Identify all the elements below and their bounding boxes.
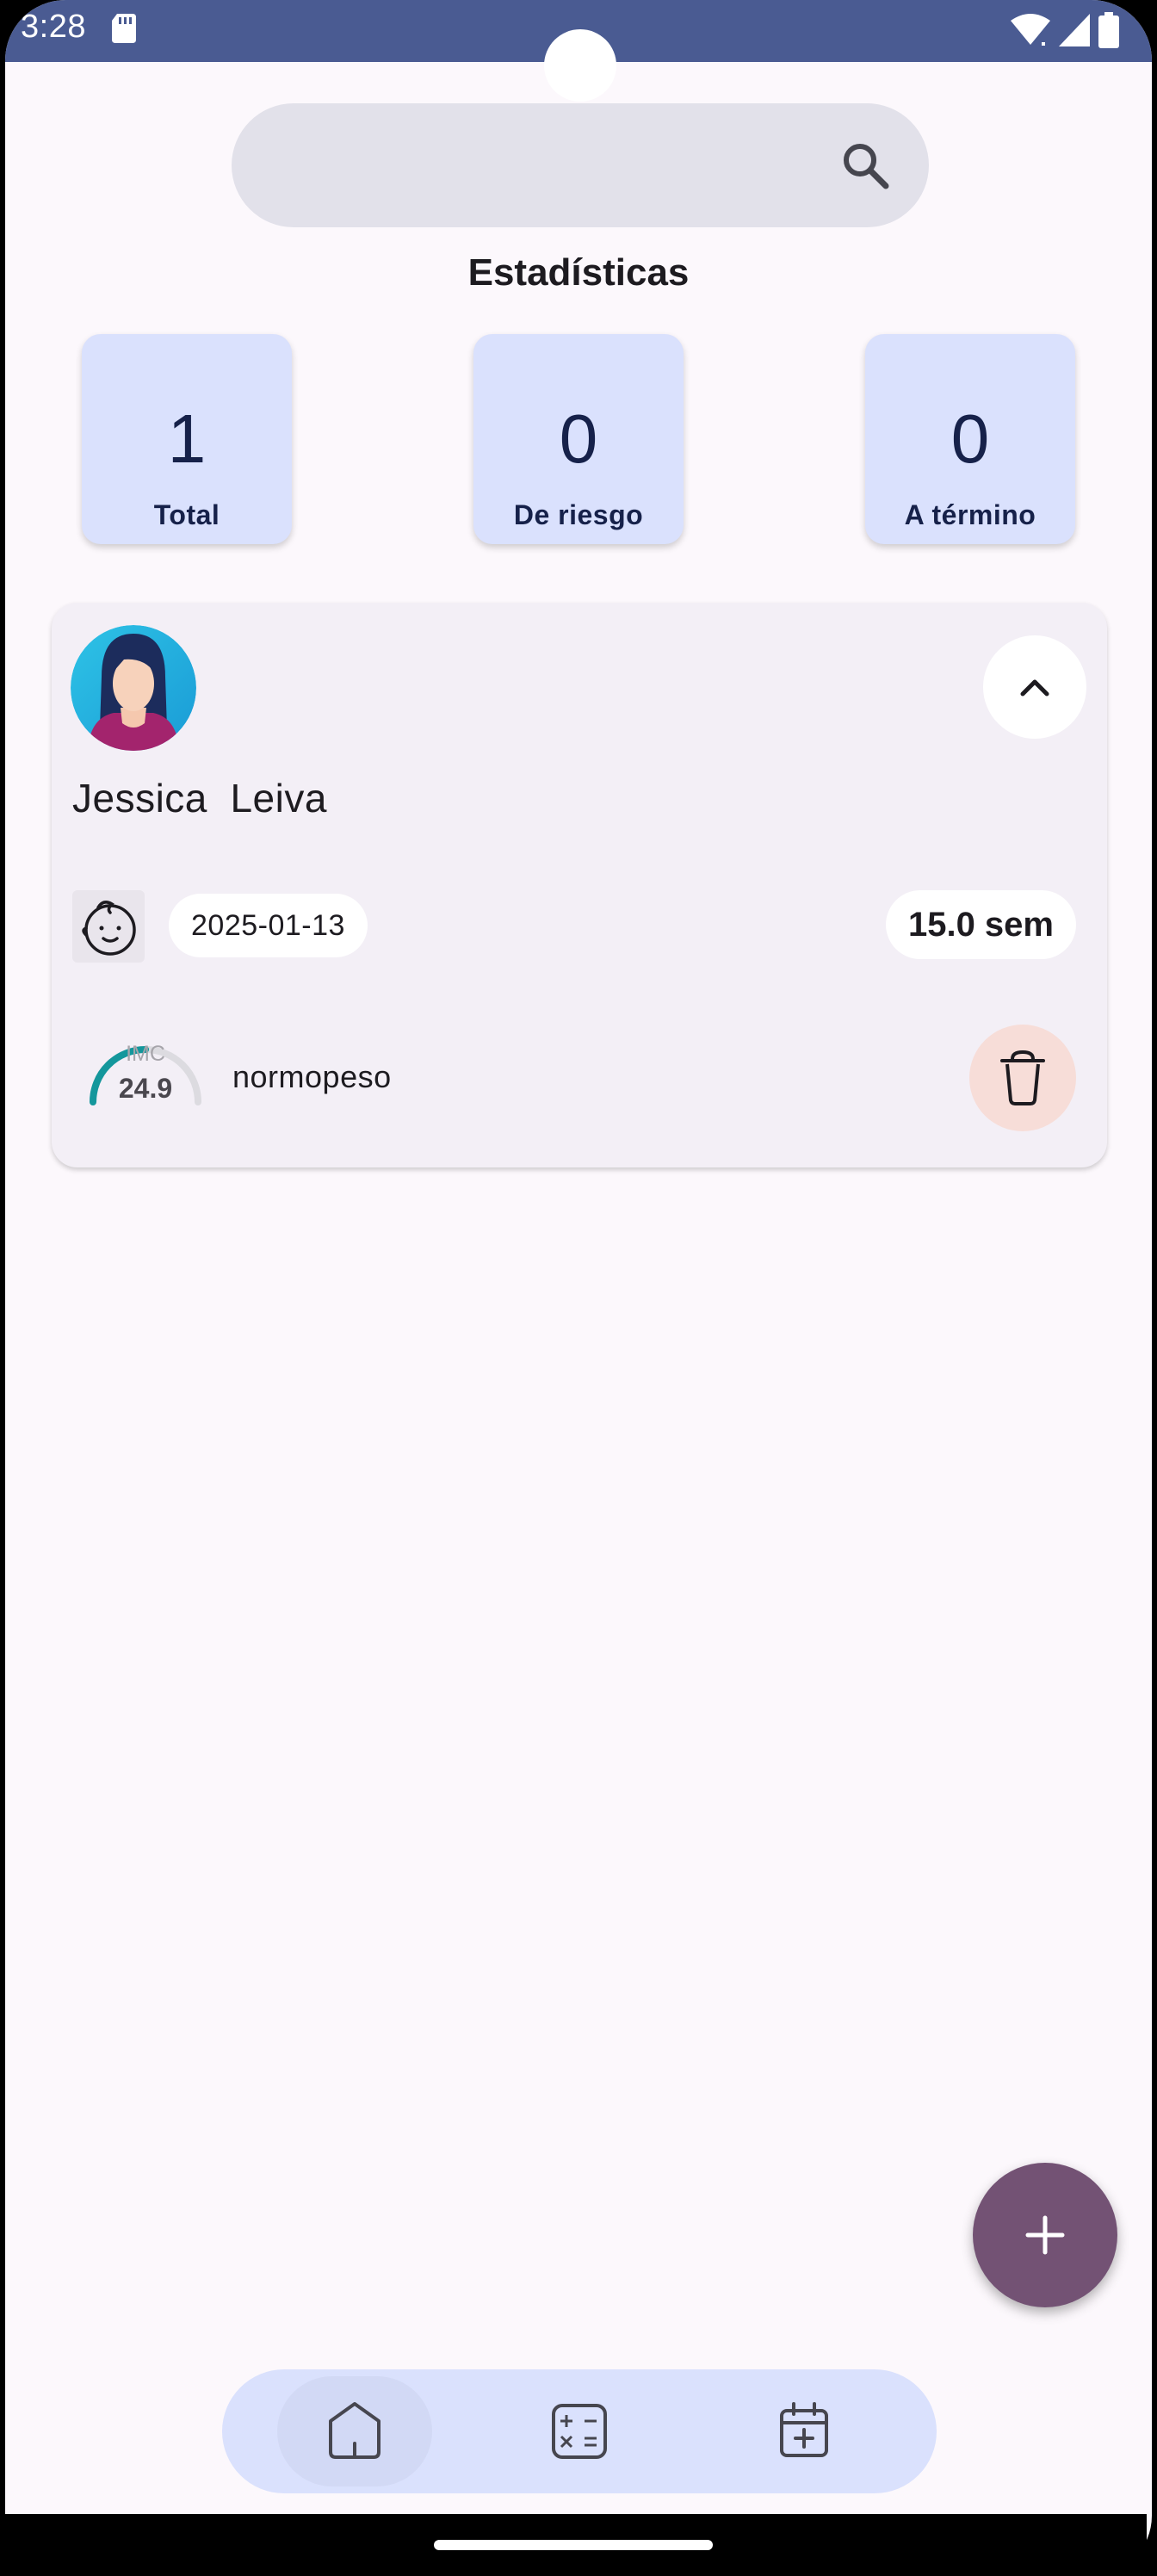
add-patient-button[interactable] [973, 2163, 1117, 2307]
stats-title: Estadísticas [467, 251, 690, 294]
status-time: 3:28 [21, 9, 86, 45]
stat-value-total: 1 [167, 400, 207, 477]
home-gesture-handle[interactable] [434, 2540, 713, 2550]
nav-item-home[interactable] [277, 2376, 432, 2486]
bottom-navigation [222, 2369, 937, 2493]
wifi-icon [1011, 14, 1050, 46]
patient-card[interactable]: Jessica Leiva 2025-01-13 15.0 sem IMC 24… [52, 603, 1107, 1167]
home-icon [329, 2402, 381, 2459]
weeks-chip: 15.0 sem [885, 890, 1076, 959]
baby-icon [72, 890, 145, 963]
patient-name: Jessica Leiva [72, 776, 327, 820]
calendar-add-icon [780, 2402, 828, 2457]
camera-cutout [544, 29, 616, 102]
status-icons [1011, 12, 1119, 48]
stat-card-risk: 0 De riesgo [473, 334, 684, 544]
imc-value: 24.9 [118, 1073, 173, 1104]
search-bar[interactable] [232, 103, 929, 227]
cell-signal-icon [1059, 14, 1090, 46]
trash-icon [1000, 1050, 1045, 1105]
app-screen: 3:28 Estadísticas 1 Total 0 De riesgo 0 … [5, 0, 1152, 2576]
patient-avatar [71, 625, 196, 751]
stat-label-total: Total [153, 499, 220, 530]
delete-button[interactable] [969, 1025, 1076, 1131]
stat-card-total: 1 Total [82, 334, 292, 544]
calculator-icon [552, 2404, 607, 2459]
device-frame: 3:28 Estadísticas 1 Total 0 De riesgo 0 … [0, 0, 1157, 2576]
nav-item-calendar[interactable] [727, 2376, 882, 2486]
sd-card-icon [112, 14, 136, 43]
stat-label-term: A término [904, 499, 1036, 530]
battery-icon [1098, 12, 1119, 48]
imc-label: IMC [126, 1042, 165, 1066]
chevron-up-icon [1020, 679, 1049, 697]
stat-value-risk: 0 [559, 400, 598, 477]
stat-card-term: 0 A término [865, 334, 1075, 544]
imc-status: normopeso [232, 1059, 392, 1094]
nav-item-calculator[interactable] [502, 2376, 657, 2486]
search-input[interactable] [275, 138, 791, 193]
collapse-button[interactable] [983, 635, 1086, 739]
stat-label-risk: De riesgo [513, 499, 644, 530]
search-icon[interactable] [838, 138, 893, 193]
plus-icon [1025, 2215, 1065, 2255]
stat-value-term: 0 [950, 400, 990, 477]
due-date-chip: 2025-01-13 [169, 894, 368, 957]
